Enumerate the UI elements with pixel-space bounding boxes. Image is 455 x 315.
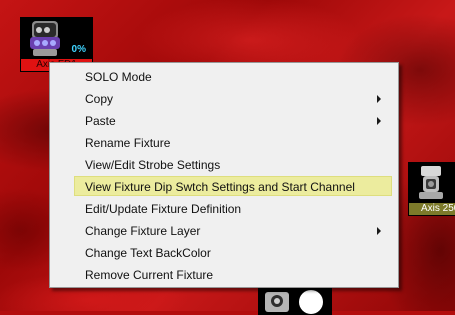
moving-head-fixture-icon xyxy=(419,166,443,199)
menu-item-change-fixture-layer[interactable]: Change Fixture Layer xyxy=(74,220,392,240)
moving-head-fixture-icon xyxy=(30,21,60,56)
menu-item-paste[interactable]: Paste xyxy=(74,110,392,130)
menu-item-view-edit-strobe-settings[interactable]: View/Edit Strobe Settings xyxy=(74,154,392,174)
fixture-name-label: Axis 250 xyxy=(409,202,455,215)
submenu-arrow-icon xyxy=(377,95,381,103)
menu-item-label: Remove Current Fixture xyxy=(85,268,214,282)
moving-head-fixture-icon xyxy=(265,290,323,314)
menu-item-label: View/Edit Strobe Settings xyxy=(85,158,221,172)
menu-item-label: SOLO Mode xyxy=(85,70,152,84)
menu-item-label: Edit/Update Fixture Definition xyxy=(85,202,242,216)
menu-item-solo-mode[interactable]: SOLO Mode xyxy=(74,66,392,86)
fixture-intensity-percent: 0% xyxy=(71,44,86,55)
menu-item-label: Change Fixture Layer xyxy=(85,224,201,238)
menu-item-label: Paste xyxy=(85,114,116,128)
stage-canvas[interactable]: 0% Axis FD1 Axis 250 SOLO Mode xyxy=(0,0,455,315)
fixture-icon-area xyxy=(409,163,455,202)
submenu-arrow-icon xyxy=(377,227,381,235)
menu-item-edit-update-fixture-definition[interactable]: Edit/Update Fixture Definition xyxy=(74,198,392,218)
menu-item-copy[interactable]: Copy xyxy=(74,88,392,108)
menu-item-remove-current-fixture[interactable]: Remove Current Fixture xyxy=(74,264,392,284)
menu-item-label: Copy xyxy=(85,92,114,106)
menu-item-change-text-backcolor[interactable]: Change Text BackColor xyxy=(74,242,392,262)
menu-item-label: View Fixture Dip Swtch Settings and Star… xyxy=(85,180,355,194)
menu-item-rename-fixture[interactable]: Rename Fixture xyxy=(74,132,392,152)
fixture-icon-area: 0% xyxy=(21,18,92,58)
fixture-context-menu: SOLO Mode Copy Paste Rename Fixture View… xyxy=(49,62,399,288)
submenu-arrow-icon xyxy=(377,117,381,125)
fixture-tile-2[interactable]: Axis 250 xyxy=(408,162,455,216)
menu-item-view-dip-switch-settings[interactable]: View Fixture Dip Swtch Settings and Star… xyxy=(74,176,392,196)
menu-item-label: Change Text BackColor xyxy=(85,246,211,260)
menu-item-label: Rename Fixture xyxy=(85,136,171,150)
